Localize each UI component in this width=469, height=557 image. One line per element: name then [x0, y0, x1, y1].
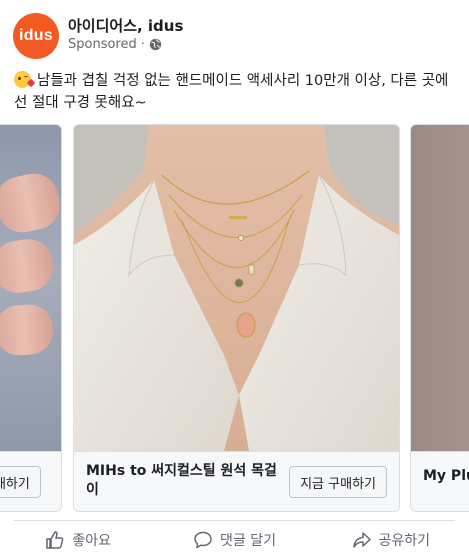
- buy-now-button[interactable]: 지금 구매하기: [289, 466, 387, 498]
- card-footer: My Plu: [411, 451, 469, 511]
- product-image-hand[interactable]: [0, 125, 61, 451]
- product-image-next[interactable]: [411, 125, 469, 451]
- like-button[interactable]: 좋아요: [0, 522, 156, 557]
- meta-separator: ·: [140, 37, 145, 52]
- share-button[interactable]: 공유하기: [313, 522, 469, 557]
- comment-label: 댓글 달기: [220, 532, 276, 549]
- product-image-necklace[interactable]: [74, 125, 399, 451]
- buy-button[interactable]: 구매하기: [0, 466, 41, 498]
- card-footer: MIHs to 써지컬스틸 원석 목걸이 지금 구매하기: [74, 451, 399, 511]
- card-footer: 구매하기: [0, 451, 61, 511]
- post-actions: 좋아요 댓글 달기 공유하기: [0, 522, 469, 557]
- product-title[interactable]: My Plu: [423, 467, 469, 486]
- globe-icon: [149, 38, 162, 51]
- carousel-card-left[interactable]: 구매하기: [0, 124, 62, 512]
- thumbs-up-icon: [46, 530, 64, 549]
- necklace-photo: [74, 125, 399, 451]
- post-caption: 남들과 겹칠 걱정 없는 핸드메이드 액세사리 10만개 이상, 다른 곳에선 …: [14, 70, 460, 114]
- ad-carousel[interactable]: 구매하기: [0, 124, 469, 514]
- like-label: 좋아요: [72, 532, 111, 549]
- carousel-card-main[interactable]: MIHs to 써지컬스틸 원석 목걸이 지금 구매하기: [73, 124, 400, 512]
- carousel-card-right[interactable]: My Plu: [410, 124, 469, 512]
- page-logo[interactable]: idus: [13, 13, 59, 59]
- page-name-link[interactable]: 아이디어스, idus: [68, 15, 183, 36]
- share-arrow-icon: [352, 531, 371, 548]
- comment-icon: [194, 531, 212, 548]
- share-label: 공유하기: [378, 532, 431, 549]
- post-header: idus 아이디어스, idus Sponsored ·: [0, 0, 469, 66]
- sponsored-label[interactable]: Sponsored: [68, 37, 137, 52]
- comment-button[interactable]: 댓글 달기: [156, 522, 312, 557]
- post-meta: Sponsored ·: [68, 37, 162, 52]
- action-divider: [14, 520, 455, 521]
- kiss-emoji-icon: [14, 71, 36, 88]
- product-title[interactable]: MIHs to 써지컬스틸 원석 목걸이: [86, 462, 278, 500]
- caption-text: 남들과 겹칠 걱정 없는 핸드메이드 액세사리 10만개 이상, 다른 곳에선 …: [14, 73, 449, 111]
